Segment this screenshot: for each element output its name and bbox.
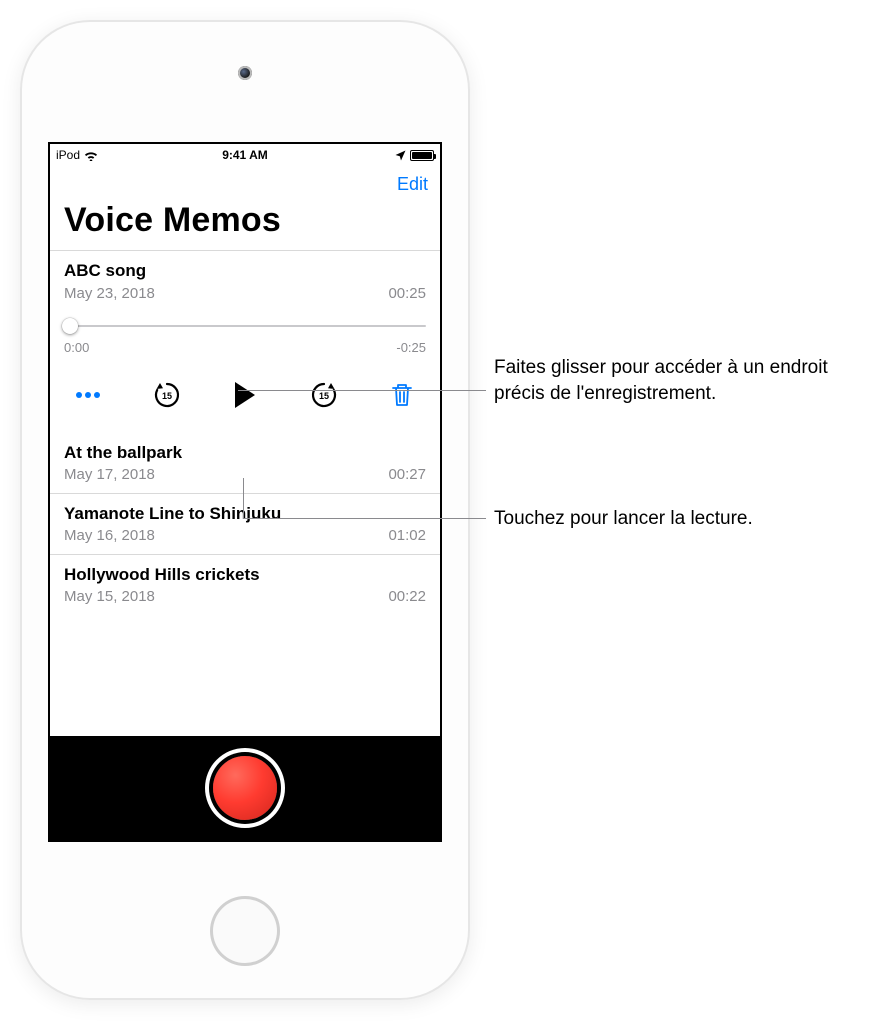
scrubber-knob[interactable]	[62, 318, 78, 334]
memo-expanded[interactable]: ABC song May 23, 2018 00:25 0:00 -0:25	[50, 251, 440, 433]
screen: iPod 9:41 AM Edit Voice Memos ABC song M…	[48, 142, 442, 842]
memo-item[interactable]: Hollywood Hills crickets May 15, 2018 00…	[50, 555, 440, 615]
memo-item[interactable]: At the ballpark May 17, 2018 00:27	[50, 433, 440, 494]
elapsed-time: 0:00	[64, 340, 89, 355]
front-camera	[238, 66, 252, 80]
memo-duration: 00:22	[388, 588, 426, 605]
page-title: Voice Memos	[50, 199, 440, 250]
memo-title: At the ballpark	[64, 443, 426, 463]
play-button[interactable]	[225, 375, 265, 415]
forward-15-button[interactable]: 15	[304, 375, 344, 415]
more-button[interactable]	[68, 375, 108, 415]
svg-text:15: 15	[161, 391, 171, 401]
callout-scrubber: Faites glisser pour accéder à un endroit…	[494, 355, 874, 406]
callout-line	[243, 478, 244, 518]
memo-title: ABC song	[64, 261, 426, 281]
delete-button[interactable]	[382, 375, 422, 415]
playback-controls: 15 15	[64, 355, 426, 427]
ipod-device: iPod 9:41 AM Edit Voice Memos ABC song M…	[20, 20, 470, 1000]
memo-date: May 17, 2018	[64, 466, 155, 483]
svg-text:15: 15	[318, 391, 328, 401]
nav-bar: Edit	[50, 166, 440, 199]
battery-icon	[410, 150, 434, 161]
callout-line	[243, 518, 486, 519]
memo-title: Yamanote Line to Shinjuku	[64, 504, 426, 524]
remaining-time: -0:25	[396, 340, 426, 355]
memo-duration: 00:25	[388, 285, 426, 302]
status-time: 9:41 AM	[50, 148, 440, 162]
memo-date: May 15, 2018	[64, 588, 155, 605]
memo-duration: 01:02	[388, 527, 426, 544]
record-button[interactable]	[213, 756, 277, 820]
location-icon	[395, 150, 406, 161]
memo-item[interactable]: Yamanote Line to Shinjuku May 16, 2018 0…	[50, 494, 440, 555]
scrubber-track	[64, 325, 426, 327]
playback-scrubber[interactable]	[64, 314, 426, 338]
memo-title: Hollywood Hills crickets	[64, 565, 426, 585]
rewind-15-button[interactable]: 15	[147, 375, 187, 415]
callout-line	[238, 390, 486, 391]
memo-duration: 00:27	[388, 466, 426, 483]
callout-play: Touchez pour lancer la lecture.	[494, 506, 854, 532]
status-bar: iPod 9:41 AM	[50, 144, 440, 166]
edit-button[interactable]: Edit	[397, 174, 428, 195]
memo-date: May 16, 2018	[64, 527, 155, 544]
memo-date: May 23, 2018	[64, 285, 155, 302]
home-button[interactable]	[210, 896, 280, 966]
record-footer	[50, 736, 440, 840]
